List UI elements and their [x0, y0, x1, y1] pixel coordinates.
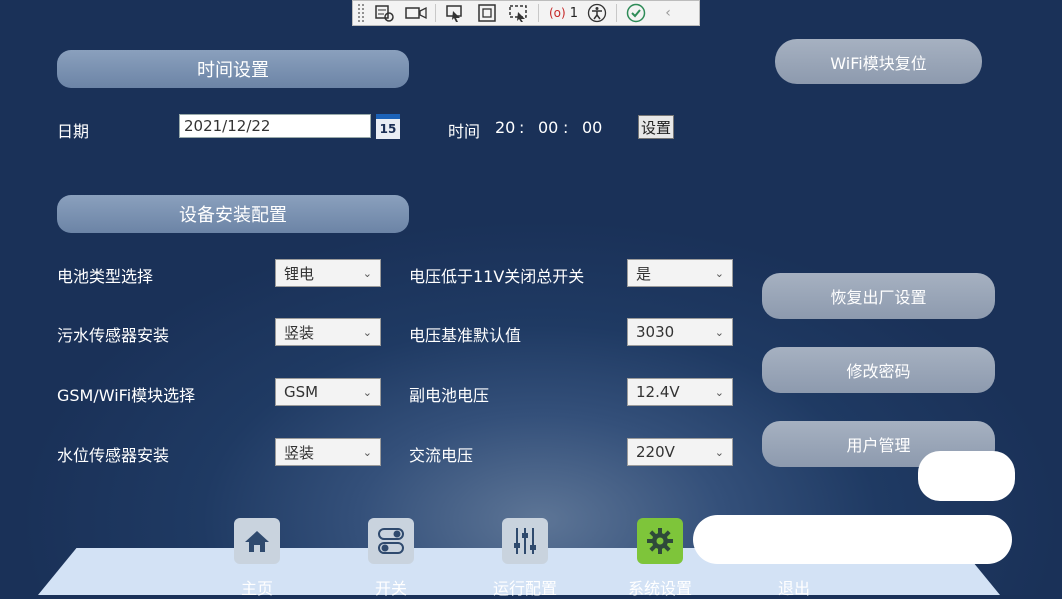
change-password-label: 修改密码	[846, 362, 911, 381]
sewage-sensor-select[interactable]: 竖装 ⌄	[275, 318, 381, 346]
ac-voltage-select[interactable]: 220V ⌄	[627, 438, 733, 466]
date-label: 日期	[57, 122, 90, 141]
install-config-title: 设备安装配置	[179, 205, 287, 226]
install-config-header: 设备安装配置	[57, 195, 409, 233]
low-voltage-switch-select[interactable]: 是 ⌄	[627, 259, 733, 287]
chevron-down-icon: ⌄	[714, 326, 724, 339]
nav-system-settings-label[interactable]: 系统设置	[610, 575, 710, 599]
user-management-label: 用户管理	[846, 436, 911, 455]
redaction-overlay	[693, 515, 1012, 564]
chevron-down-icon: ⌄	[714, 386, 724, 399]
chevron-down-icon: ⌄	[714, 267, 724, 280]
time-separator: :	[563, 118, 569, 137]
binding-error-icon[interactable]: (o)	[549, 6, 566, 20]
time-separator: :	[519, 118, 525, 137]
select-element-icon[interactable]	[442, 2, 468, 24]
nav-run-config-label[interactable]: 运行配置	[475, 575, 575, 599]
sliders-icon[interactable]	[502, 518, 548, 564]
module-select[interactable]: GSM ⌄	[275, 378, 381, 406]
factory-reset-label: 恢复出厂设置	[830, 288, 927, 307]
ac-voltage-label: 交流电压	[409, 446, 474, 465]
voltage-reference-value: 3030	[636, 323, 675, 341]
accessibility-icon[interactable]	[584, 2, 610, 24]
voltage-reference-label: 电压基准默认值	[409, 326, 522, 345]
wifi-reset-button[interactable]: WiFi模块复位	[775, 39, 982, 84]
aux-battery-voltage-label: 副电池电压	[409, 386, 490, 405]
switch-toggle-icon[interactable]	[368, 518, 414, 564]
nav-exit-label[interactable]: 退出	[744, 575, 844, 599]
battery-type-value: 锂电	[284, 264, 315, 283]
factory-reset-button[interactable]: 恢复出厂设置	[762, 273, 995, 319]
time-label: 时间	[448, 122, 481, 141]
wifi-reset-label: WiFi模块复位	[830, 53, 927, 73]
toolbar-grip[interactable]	[357, 3, 365, 23]
ac-voltage-value: 220V	[636, 443, 675, 461]
preview-selection-icon[interactable]	[506, 2, 532, 24]
sewage-sensor-value: 竖装	[284, 323, 315, 342]
module-select-label: GSM/WiFi模块选择	[57, 386, 196, 405]
voltage-reference-select[interactable]: 3030 ⌄	[627, 318, 733, 346]
live-tree-icon[interactable]	[371, 2, 397, 24]
gear-icon[interactable]	[637, 518, 683, 564]
nav-switch-label[interactable]: 开关	[341, 575, 441, 599]
time-minute[interactable]: 00	[538, 118, 558, 137]
low-voltage-switch-value: 是	[636, 264, 652, 283]
chevron-down-icon: ⌄	[714, 446, 724, 459]
chevron-down-icon: ⌄	[362, 267, 372, 280]
chevron-down-icon: ⌄	[362, 326, 372, 339]
sewage-sensor-label: 污水传感器安装	[57, 326, 170, 345]
date-input[interactable]: 2021/12/22	[179, 114, 371, 138]
chevron-down-icon: ⌄	[362, 386, 372, 399]
chevron-down-icon: ⌄	[362, 446, 372, 459]
battery-type-select[interactable]: 锂电 ⌄	[275, 259, 381, 287]
battery-type-label: 电池类型选择	[57, 267, 154, 286]
display-layout-icon[interactable]	[474, 2, 500, 24]
time-settings-title: 时间设置	[197, 60, 269, 81]
change-password-button[interactable]: 修改密码	[762, 347, 995, 393]
calendar-icon[interactable]: 15	[376, 114, 400, 139]
set-time-button[interactable]: 设置	[638, 115, 674, 139]
calendar-icon-day: 15	[379, 122, 397, 136]
time-second[interactable]: 00	[582, 118, 602, 137]
water-level-sensor-select[interactable]: 竖装 ⌄	[275, 438, 381, 466]
low-voltage-switch-label: 电压低于11V关闭总开关	[409, 267, 585, 286]
time-hour[interactable]: 20	[495, 118, 515, 137]
aux-battery-voltage-select[interactable]: 12.4V ⌄	[627, 378, 733, 406]
video-icon[interactable]	[403, 2, 429, 24]
module-value: GSM	[284, 383, 319, 401]
check-icon[interactable]	[623, 2, 649, 24]
water-level-sensor-label: 水位传感器安装	[57, 446, 170, 465]
aux-battery-voltage-value: 12.4V	[636, 383, 680, 401]
debug-toolbar: (o) 1 ‹	[352, 0, 700, 26]
water-level-sensor-value: 竖装	[284, 443, 315, 462]
collapse-chevron-icon[interactable]: ‹	[655, 2, 681, 24]
redaction-overlay	[918, 451, 1015, 501]
binding-error-count: 1	[569, 5, 578, 21]
nav-home-label[interactable]: 主页	[207, 575, 307, 599]
home-icon[interactable]	[234, 518, 280, 564]
time-settings-header: 时间设置	[57, 50, 409, 88]
